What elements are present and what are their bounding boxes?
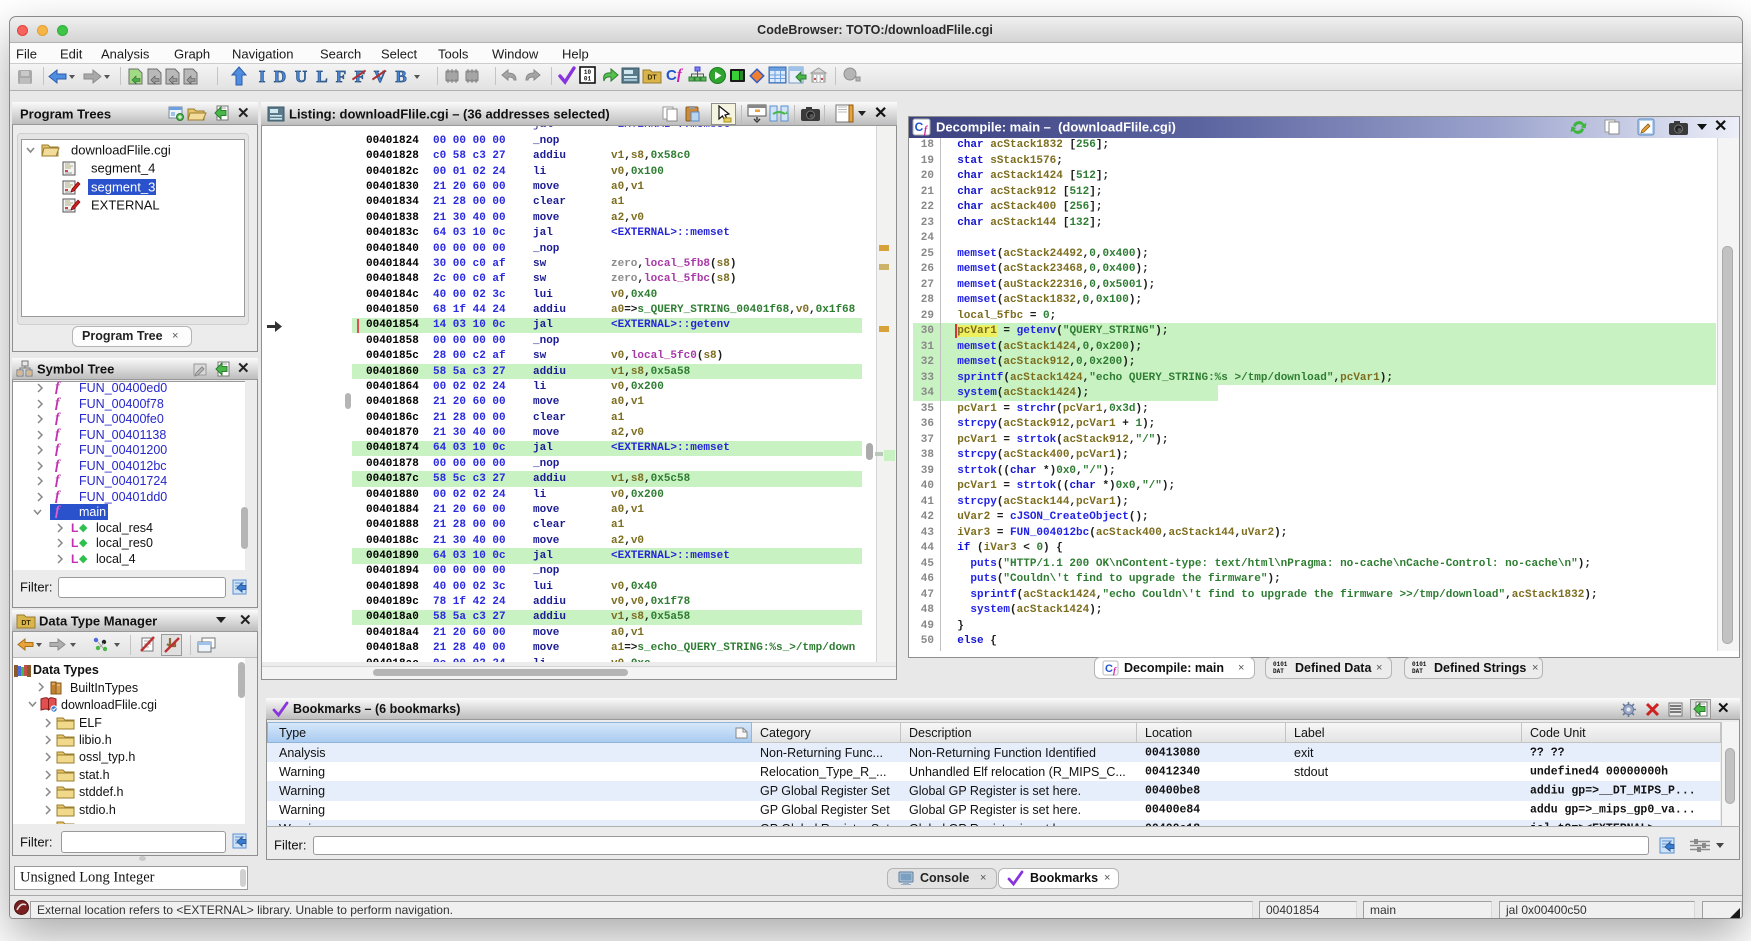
svg-text:DT: DT bbox=[647, 75, 657, 82]
svg-text:C: C bbox=[915, 120, 924, 134]
svg-text:C: C bbox=[1105, 663, 1113, 675]
svg-text:DT: DT bbox=[21, 620, 31, 627]
svg-text:01: 01 bbox=[584, 76, 592, 83]
